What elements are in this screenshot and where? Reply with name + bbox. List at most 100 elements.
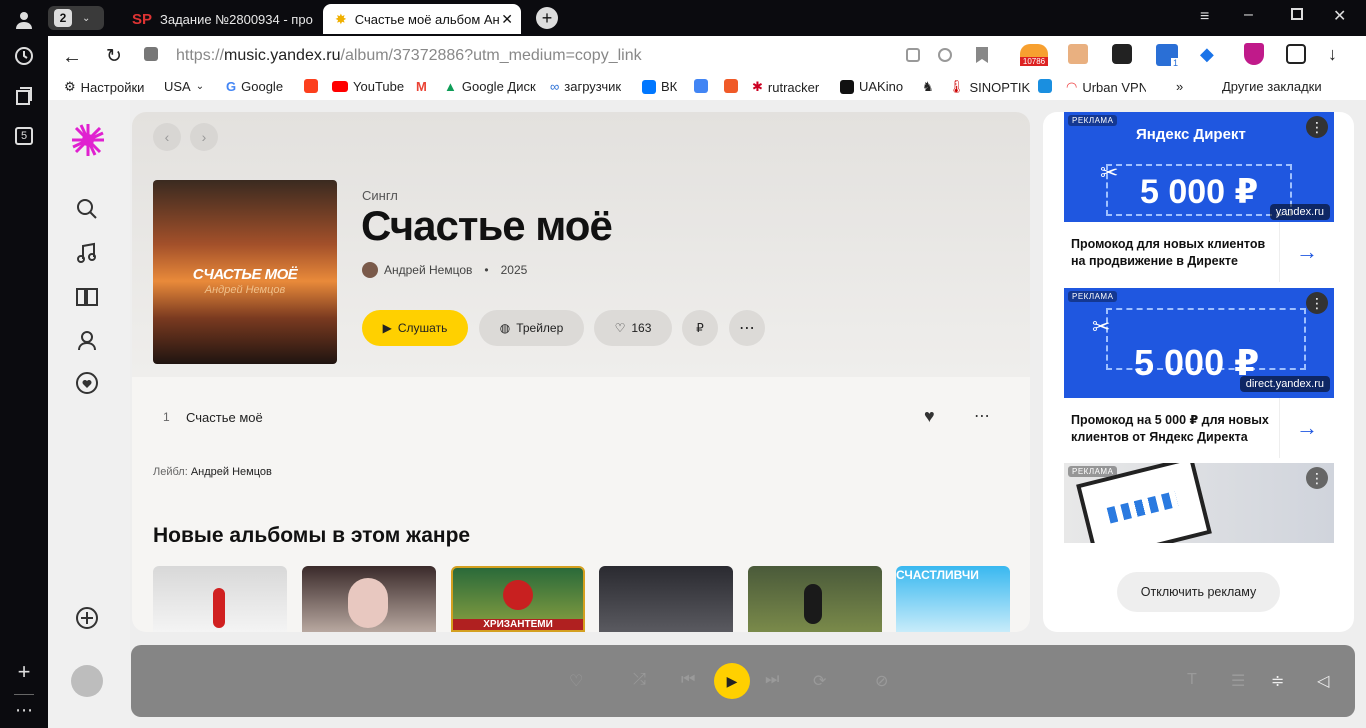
yandex-music-logo[interactable] [70,122,106,158]
next-icon[interactable]: ⏭ [765,671,785,691]
new-tab-button[interactable]: + [536,7,558,29]
shuffle-icon[interactable]: ⤮ [633,671,653,691]
bookmark-youtube[interactable]: YouTube [332,79,404,94]
reload-icon[interactable]: ↻ [106,45,122,68]
nav-forward-button[interactable]: › [190,123,218,151]
album-card[interactable] [599,566,733,632]
tab-groups-button[interactable]: 2 ⌄ [48,6,104,30]
bookmark-sinoptik[interactable]: 🌡 SINOPTIK [948,79,1030,95]
audiobook-icon[interactable] [74,284,100,310]
menu-icon[interactable]: ≡ [1200,8,1209,26]
like-icon[interactable]: ♡ [569,671,589,691]
ad-more-icon[interactable]: ⋮ [1306,116,1328,138]
collections-icon[interactable] [12,84,36,108]
equalizer-icon[interactable]: ≑ [1271,671,1291,691]
lock-icon[interactable] [144,47,158,61]
album-card[interactable]: СЧАСТЛИВЧИ [896,566,1010,632]
heart-collection-icon[interactable] [74,370,100,396]
volume-icon[interactable]: ◁ [1317,671,1337,691]
bookmark-icon[interactable] [976,47,988,63]
bookmark-urban-vpn[interactable]: ◠ Urban VPN P [1066,79,1146,95]
trailer-label: Трейлер [516,321,564,335]
add-playlist-icon[interactable] [74,605,100,631]
artist-link[interactable]: Андрей Немцов [384,263,472,277]
avatar[interactable] [71,665,103,697]
back-icon[interactable]: ← [62,46,82,69]
album-card[interactable] [302,566,436,632]
arrow-right-icon[interactable]: → [1279,398,1334,458]
close-tab-icon[interactable]: ✕ [501,11,513,28]
bookmark-settings[interactable]: ⚙ Настройки [64,79,144,95]
extension-shield-icon[interactable] [1244,43,1264,65]
bookmark-chess[interactable]: ♞ [922,79,934,95]
bookmarks-overflow-icon[interactable]: » [1176,79,1183,94]
track-more-icon[interactable]: ⋯ [974,406,990,426]
url-field[interactable]: https://music.yandex.ru/album/37372886?u… [176,47,642,65]
album-card[interactable] [153,566,287,632]
extension-face-icon[interactable] [1068,44,1088,64]
album-card[interactable] [748,566,882,632]
like-button[interactable]: ♡ 163 [594,310,672,346]
bookmark-google[interactable]: G Google [226,79,283,94]
kids-icon[interactable] [74,328,100,354]
extension-counter-icon[interactable]: 10786 [1020,44,1048,66]
chat-icon[interactable] [938,48,952,62]
add-icon[interactable]: + [12,659,36,684]
minimize-icon[interactable]: – [1244,6,1253,24]
disable-ads-button[interactable]: Отключить рекламу [1117,572,1280,612]
extensions-puzzle-icon[interactable] [1286,44,1306,64]
profile-icon[interactable] [12,8,36,32]
bookmark-usa[interactable]: USA ⌄ [164,79,204,94]
close-window-icon[interactable]: ✕ [1333,6,1346,26]
ad-text[interactable]: Промокод на 5 000 ₽ для новых клиентов о… [1064,412,1279,446]
album-cover[interactable]: СЧАСТЬЕ МОЁ Андрей Немцов [153,180,337,364]
search-icon[interactable] [74,196,100,222]
nav-back-button[interactable]: ‹ [153,123,181,151]
tab-yandex-music[interactable]: ✸ Счастье моё альбом Ан ✕ [323,4,521,34]
previous-icon[interactable]: ⏮ [681,671,701,691]
more-options-button[interactable]: ⋯ [729,310,765,346]
ad-more-icon[interactable]: ⋮ [1306,292,1328,314]
copy-page-icon[interactable] [906,48,920,62]
bookmark-google-drive[interactable]: ▲ Google Диск [444,79,536,94]
ad-image[interactable]: РЕКЛАМА ⋮ [1064,463,1334,543]
bookmark-translate[interactable] [694,79,708,93]
bookmark-downloader[interactable]: ∞ загрузчик [550,79,621,94]
album-card[interactable]: ХРИЗАНТЕМИ [451,566,585,632]
tab-counter-icon[interactable]: 5 [12,124,36,148]
bookmark-uakino[interactable]: UAKino [840,79,903,94]
restore-icon[interactable] [1291,8,1303,20]
table-row[interactable]: 1 Счастье моё ♥ ⋯ [132,400,1030,436]
arrow-right-icon[interactable]: → [1279,222,1334,282]
more-icon[interactable]: ⋯ [12,698,36,722]
ad-more-icon[interactable]: ⋮ [1306,467,1328,489]
ad-image[interactable]: РЕКЛАМА ⋮ Яндекс Директ ✂ 5 000 ₽ yandex… [1064,112,1334,222]
download-icon[interactable]: ↓ [1328,44,1337,65]
bookmark-f[interactable] [724,79,738,93]
player-play-button[interactable]: ▶ [714,663,750,699]
play-button[interactable]: ▶ Слушать [362,310,468,346]
extension-arrow-icon[interactable] [1112,44,1132,64]
dislike-icon[interactable]: ⊘ [875,671,895,691]
bookmark-vk[interactable]: ВК [642,79,677,94]
bookmark-gmail[interactable]: M [416,79,427,94]
ad-text[interactable]: Промокод для новых клиентов на продвижен… [1064,236,1279,270]
lyrics-icon[interactable]: T [1187,671,1207,691]
extension-chart-icon[interactable]: 1 [1156,44,1180,68]
history-icon[interactable] [12,44,36,68]
extension-diamond-icon[interactable]: ◆ [1200,44,1214,65]
trailer-button[interactable]: ◍ Трейлер [479,310,584,346]
bookmark-rutracker[interactable]: ✱ rutracker [752,79,819,95]
ruble-button[interactable]: ₽ [682,310,718,346]
other-bookmarks[interactable]: Другие закладки [1222,79,1322,94]
music-note-icon[interactable] [74,240,100,266]
ad-image[interactable]: РЕКЛАМА ⋮ ✂ 5 000 ₽ direct.yandex.ru [1064,288,1334,398]
bookmark-label: rutracker [767,79,820,95]
heart-filled-icon[interactable]: ♥ [924,406,935,427]
tab-task[interactable]: SP Задание №2800934 - про [122,4,320,34]
bookmark-p[interactable] [1038,79,1052,93]
queue-icon[interactable]: ☰ [1231,671,1251,691]
repeat-icon[interactable]: ⟳ [813,671,833,691]
bookmark-yandex[interactable] [304,79,318,93]
label-name[interactable]: Андрей Немцов [191,466,272,478]
